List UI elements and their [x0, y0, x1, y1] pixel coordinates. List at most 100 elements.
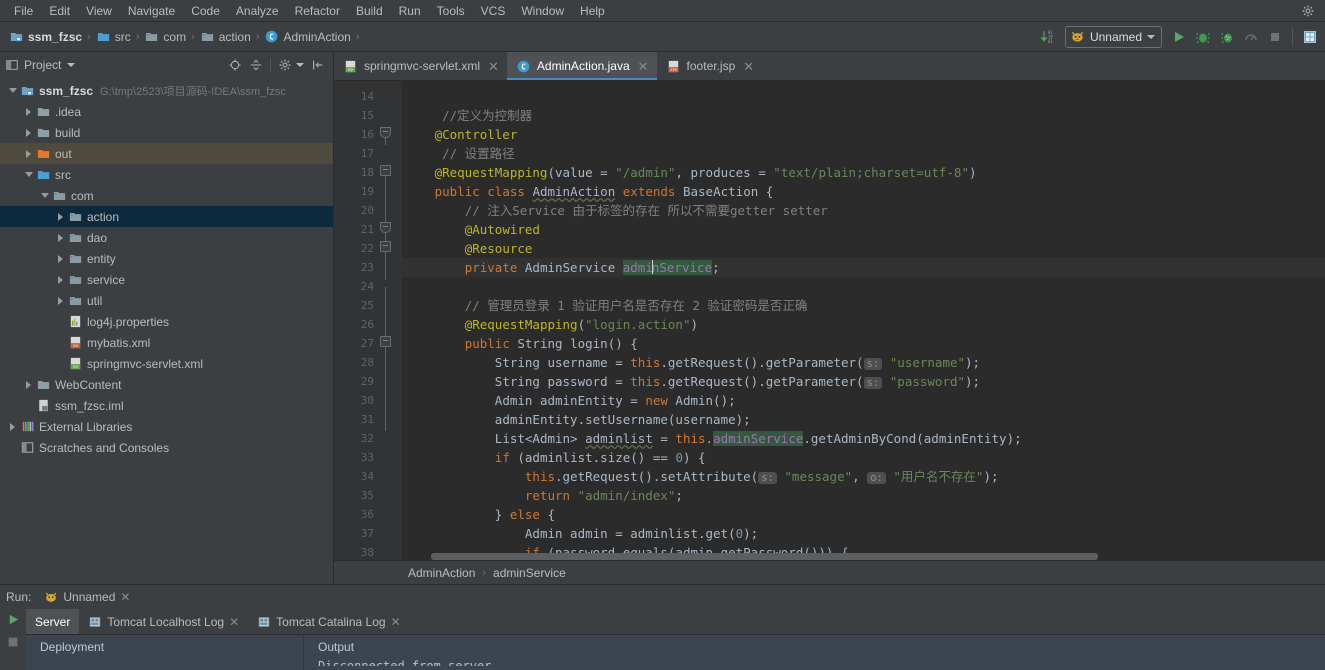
code-line-25[interactable]: // 管理员登录 1 验证用户名是否存在 2 验证密码是否正确	[402, 296, 1325, 315]
code-line-37[interactable]: Admin admin = adminlist.get(0);	[402, 524, 1325, 543]
run-tab-tomcat-catalina-log[interactable]: Tomcat Catalina Log ✕	[248, 609, 409, 634]
breadcrumb-item-src[interactable]: src	[93, 27, 134, 46]
fold-marker-16[interactable]: –	[380, 127, 391, 138]
tree-node-log4j-properties[interactable]: log4j.properties	[0, 311, 333, 332]
editor-breadcrumb-item-adminaction[interactable]: AdminAction	[408, 566, 475, 580]
tree-node-out[interactable]: out	[0, 143, 333, 164]
code-line-33[interactable]: if (adminlist.size() == 0) {	[402, 448, 1325, 467]
breadcrumb-item-ssm-fzsc[interactable]: ssm_fzsc	[6, 27, 85, 46]
menu-item-tools[interactable]: Tools	[429, 1, 473, 21]
code-line-28[interactable]: String username = this.getRequest().getP…	[402, 353, 1325, 372]
breadcrumb-item-com[interactable]: com	[141, 27, 189, 46]
chevron-right-icon[interactable]	[22, 128, 35, 137]
run-tab-server[interactable]: Server	[26, 609, 80, 634]
chevron-down-icon[interactable]	[38, 193, 51, 198]
stop-icon[interactable]	[6, 635, 20, 649]
tree-node-external-libraries[interactable]: External Libraries	[0, 416, 333, 437]
code-line-30[interactable]: Admin adminEntity = new Admin();	[402, 391, 1325, 410]
menu-item-refactor[interactable]: Refactor	[287, 1, 348, 21]
menu-item-run[interactable]: Run	[391, 1, 429, 21]
rerun-icon[interactable]	[6, 612, 21, 627]
chevron-right-icon[interactable]	[22, 380, 35, 389]
chevron-right-icon[interactable]	[22, 107, 35, 116]
code-line-19[interactable]: public class AdminAction extends BaseAct…	[402, 182, 1325, 201]
code-line-32[interactable]: List<Admin> adminlist = this.adminServic…	[402, 429, 1325, 448]
code-line-15[interactable]: //定义为控制器	[402, 106, 1325, 125]
menu-item-navigate[interactable]: Navigate	[120, 1, 183, 21]
menu-item-window[interactable]: Window	[513, 1, 572, 21]
locate-icon[interactable]	[225, 55, 245, 75]
code-line-35[interactable]: return "admin/index";	[402, 486, 1325, 505]
code-line-14[interactable]	[402, 87, 1325, 106]
fold-marker-18[interactable]: –	[380, 165, 391, 176]
code-line-22[interactable]: @Resource	[402, 239, 1325, 258]
debug-icon[interactable]	[1192, 26, 1214, 48]
code-line-27[interactable]: public String login() {	[402, 334, 1325, 353]
code-line-34[interactable]: this.getRequest().setAttribute(s: "messa…	[402, 467, 1325, 486]
code-line-16[interactable]: @Controller	[402, 125, 1325, 144]
editor-tab-springmvc-servlet-xml[interactable]: <> springmvc-servlet.xml ✕	[334, 52, 507, 80]
breadcrumb-item-adminaction[interactable]: C AdminAction	[261, 27, 353, 46]
run-coverage-icon[interactable]	[1216, 26, 1238, 48]
chevron-right-icon[interactable]	[54, 275, 67, 284]
editor-tab-footer-jsp[interactable]: JSP footer.jsp ✕	[656, 52, 763, 80]
tree-node-dao[interactable]: dao	[0, 227, 333, 248]
close-icon[interactable]: ✕	[391, 615, 401, 629]
tree-node-scratches-and-consoles[interactable]: Scratches and Consoles	[0, 437, 333, 458]
code-line-24[interactable]	[402, 277, 1325, 296]
database-icon[interactable]	[1299, 26, 1321, 48]
close-icon[interactable]: ✕	[638, 60, 649, 73]
profile-icon[interactable]	[1240, 26, 1262, 48]
menu-item-file[interactable]: File	[6, 1, 41, 21]
hide-panel-icon[interactable]	[308, 55, 328, 75]
project-tree[interactable]: ssm_fzsc G:\tmp\2523\项目源码-IDEA\ssm_fzsc .i…	[0, 78, 333, 584]
code-line-21[interactable]: @Autowired	[402, 220, 1325, 239]
tree-node-service[interactable]: service	[0, 269, 333, 290]
fold-marker-21[interactable]: –	[380, 222, 391, 233]
tree-node-src[interactable]: src	[0, 164, 333, 185]
tree-node-action[interactable]: action	[0, 206, 333, 227]
editor-breadcrumb[interactable]: AdminAction › adminService	[334, 560, 1325, 584]
updates-icon[interactable]: 01 10 01	[1037, 26, 1059, 48]
close-icon[interactable]: ✕	[120, 590, 130, 604]
tree-node-com[interactable]: com	[0, 185, 333, 206]
menu-item-edit[interactable]: Edit	[41, 1, 78, 21]
code-line-17[interactable]: // 设置路径	[402, 144, 1325, 163]
gear-icon[interactable]	[1301, 4, 1315, 18]
tree-node-springmvc-servlet-xml[interactable]: <> springmvc-servlet.xml	[0, 353, 333, 374]
collapse-all-icon[interactable]	[246, 55, 266, 75]
code-line-20[interactable]: // 注入Service 由于标签的存在 所以不需要getter setter	[402, 201, 1325, 220]
settings-gear-icon[interactable]	[275, 55, 295, 75]
editor-tab-adminaction-java[interactable]: C AdminAction.java ✕	[506, 52, 657, 80]
tree-node-entity[interactable]: entity	[0, 248, 333, 269]
editor-horizontal-scrollbar[interactable]	[404, 553, 1317, 560]
run-tab-tomcat-localhost-log[interactable]: Tomcat Localhost Log ✕	[79, 609, 248, 634]
chevron-right-icon[interactable]	[54, 212, 67, 221]
run-icon[interactable]	[1168, 26, 1190, 48]
tree-node-util[interactable]: util	[0, 290, 333, 311]
tree-node-webcontent[interactable]: WebContent	[0, 374, 333, 395]
menu-item-help[interactable]: Help	[572, 1, 613, 21]
menu-item-vcs[interactable]: VCS	[473, 1, 514, 21]
editor-gutter[interactable]: 14 15 16 17 18 19 20 21 22 23 24 25 26 27 28 29 30 31 32 33…	[334, 81, 402, 560]
chevron-right-icon[interactable]	[54, 233, 67, 242]
code-line-31[interactable]: adminEntity.setUsername(username);	[402, 410, 1325, 429]
breadcrumb-item-action[interactable]: action	[197, 27, 254, 46]
tree-node-ssm-fzsc[interactable]: ssm_fzsc G:\tmp\2523\项目源码-IDEA\ssm_fzsc	[0, 80, 333, 101]
editor-breadcrumb-item-adminservice[interactable]: adminService	[493, 566, 566, 580]
fold-marker-22[interactable]: –	[380, 241, 391, 252]
chevron-right-icon[interactable]	[22, 149, 35, 158]
code-line-26[interactable]: @RequestMapping("login.action")	[402, 315, 1325, 334]
code-line-29[interactable]: String password = this.getRequest().getP…	[402, 372, 1325, 391]
chevron-down-icon[interactable]	[6, 88, 19, 93]
menu-item-view[interactable]: View	[78, 1, 120, 21]
chevron-right-icon[interactable]	[54, 254, 67, 263]
tree-node-mybatis-xml[interactable]: <> mybatis.xml	[0, 332, 333, 353]
code-line-23[interactable]: private AdminService adminService;	[402, 258, 1325, 277]
chevron-right-icon[interactable]	[54, 296, 67, 305]
code-line-18[interactable]: @RequestMapping(value = "/admin", produc…	[402, 163, 1325, 182]
chevron-down-icon[interactable]	[22, 172, 35, 177]
close-icon[interactable]: ✕	[743, 60, 754, 73]
menu-item-build[interactable]: Build	[348, 1, 391, 21]
code-line-36[interactable]: } else {	[402, 505, 1325, 524]
